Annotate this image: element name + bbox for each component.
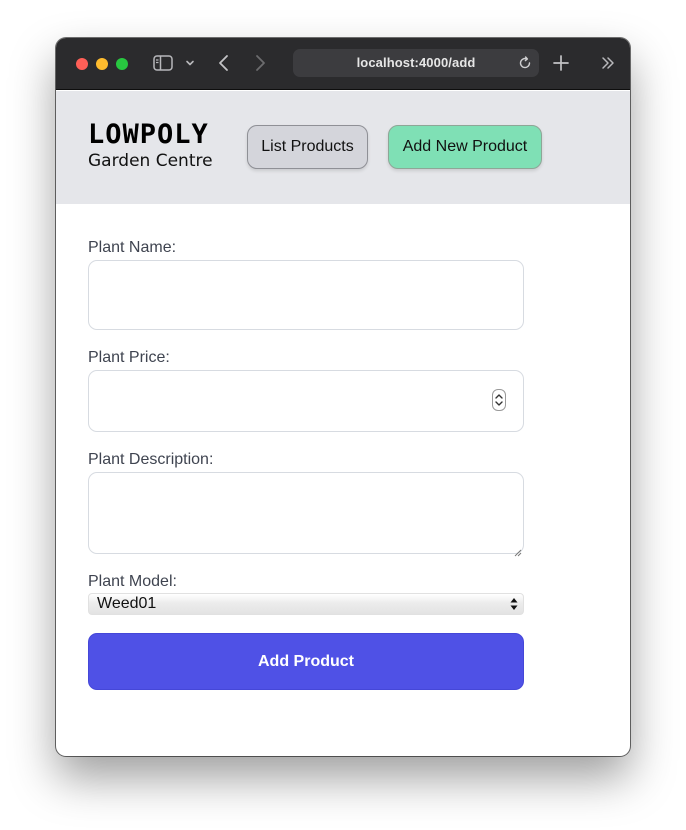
- add-new-product-button[interactable]: Add New Product: [388, 125, 542, 169]
- add-product-button[interactable]: Add Product: [88, 633, 524, 690]
- plant-model-selected: Weed01: [97, 595, 157, 612]
- browser-window: localhost:4000/add LOWPOLY Garden Centre…: [56, 38, 630, 756]
- plant-price-input[interactable]: [88, 370, 524, 432]
- url-text: localhost:4000/add: [356, 55, 476, 70]
- number-stepper-icon[interactable]: [492, 389, 506, 411]
- sidebar-toggle-icon[interactable]: [153, 55, 173, 71]
- logo-subtitle: Garden Centre: [88, 151, 213, 171]
- forward-arrow-icon[interactable]: [252, 54, 268, 72]
- chevron-down-icon[interactable]: [184, 57, 196, 69]
- logo-wordmark: LOWPOLY: [88, 119, 209, 150]
- plant-name-input[interactable]: [88, 260, 524, 330]
- zoom-window-button[interactable]: [116, 58, 128, 70]
- resize-handle-icon[interactable]: [514, 544, 522, 557]
- address-bar[interactable]: localhost:4000/add: [293, 49, 539, 77]
- plant-model-select[interactable]: Weed01: [88, 593, 524, 615]
- plant-description-textarea[interactable]: [88, 472, 524, 557]
- chevron-double-right-icon[interactable]: [600, 56, 616, 70]
- plant-price-label: Plant Price:: [88, 349, 170, 366]
- list-products-button[interactable]: List Products: [247, 125, 368, 169]
- browser-toolbar: localhost:4000/add: [56, 38, 630, 90]
- select-arrows-icon: [510, 597, 518, 611]
- back-arrow-icon[interactable]: [216, 54, 232, 72]
- plant-description-label: Plant Description:: [88, 451, 214, 468]
- reload-icon[interactable]: [517, 55, 533, 71]
- site-logo[interactable]: LOWPOLY Garden Centre: [88, 120, 213, 172]
- new-tab-plus-icon[interactable]: [552, 54, 570, 72]
- close-window-button[interactable]: [76, 58, 88, 70]
- plant-name-label: Plant Name:: [88, 239, 177, 256]
- plant-model-label: Plant Model:: [88, 573, 177, 590]
- site-header: LOWPOLY Garden Centre List Products Add …: [56, 91, 630, 204]
- minimize-window-button[interactable]: [96, 58, 108, 70]
